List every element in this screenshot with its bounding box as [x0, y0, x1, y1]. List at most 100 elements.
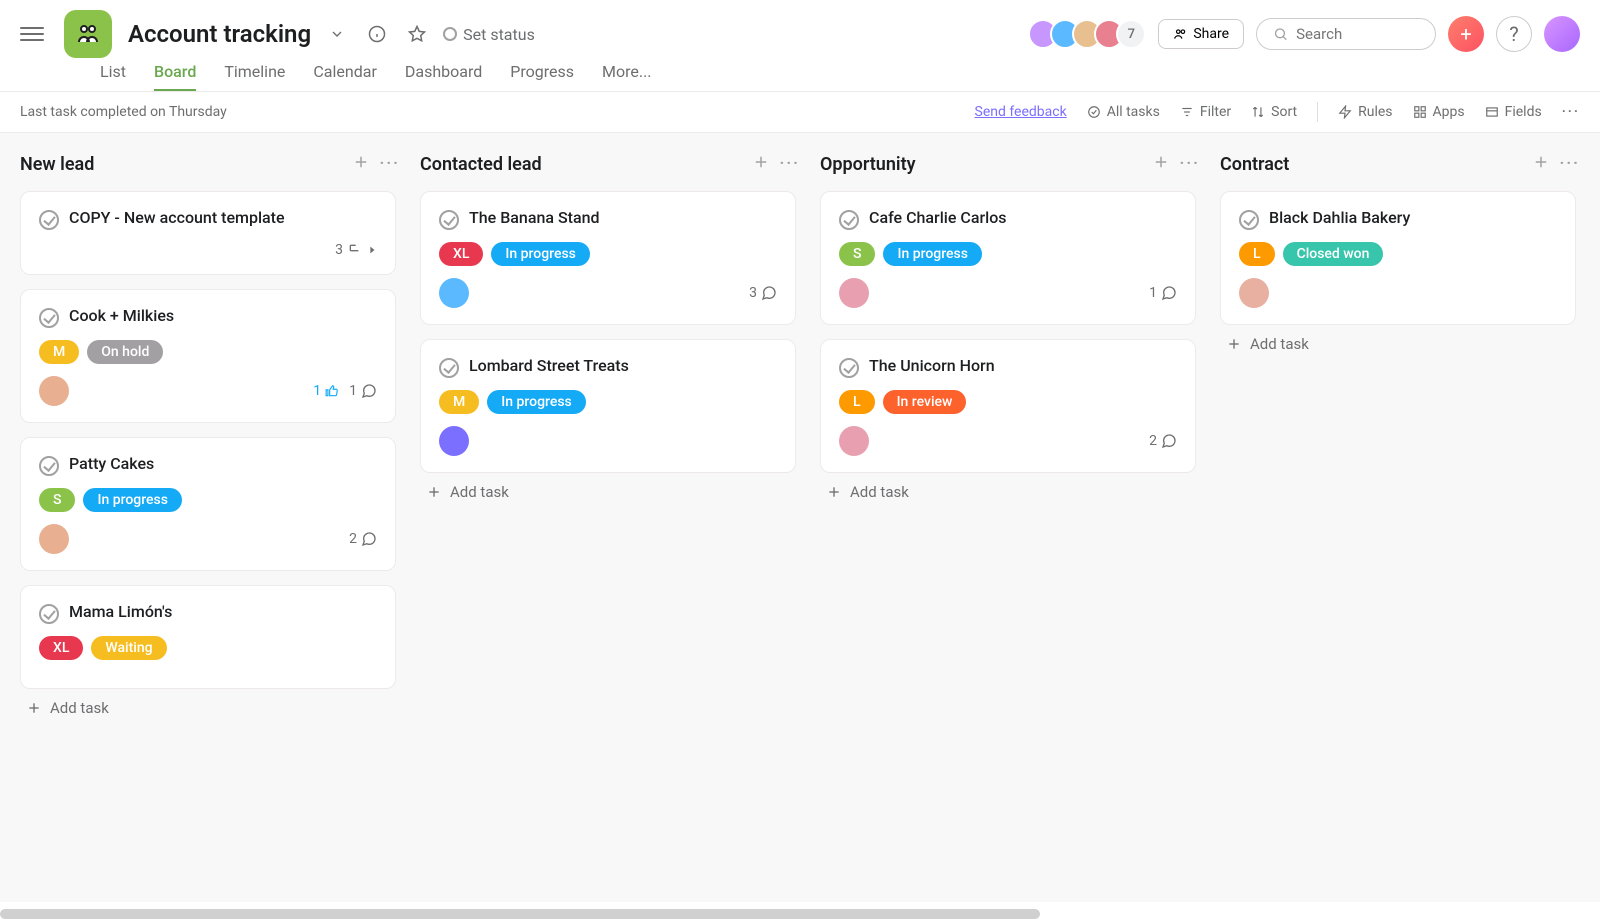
help-button[interactable]: ?: [1496, 16, 1532, 52]
like-count[interactable]: 1: [313, 383, 339, 399]
comment-count[interactable]: 3: [749, 285, 777, 301]
assignee-avatar[interactable]: [839, 426, 869, 456]
chevron-down-icon[interactable]: [323, 20, 351, 48]
complete-task-icon[interactable]: [39, 456, 59, 476]
more-icon[interactable]: ···: [1562, 104, 1580, 120]
project-title: Account tracking: [128, 20, 311, 48]
column-more-icon[interactable]: ···: [1180, 153, 1200, 175]
search-input[interactable]: [1296, 25, 1419, 43]
member-overflow-count[interactable]: 7: [1116, 19, 1146, 49]
omnibutton-add[interactable]: +: [1448, 16, 1484, 52]
tab-timeline[interactable]: Timeline: [224, 54, 285, 91]
share-button[interactable]: Share: [1158, 19, 1244, 49]
add-card-icon[interactable]: [1152, 153, 1170, 175]
status-pill: Waiting: [91, 636, 166, 660]
filter-all-tasks[interactable]: All tasks: [1087, 104, 1160, 120]
column: New lead ··· COPY - New account template…: [20, 153, 400, 862]
set-status-button[interactable]: Set status: [443, 25, 535, 44]
task-card[interactable]: The Unicorn Horn LIn review 2: [820, 339, 1196, 473]
plus-icon: [826, 484, 842, 500]
task-title: Cook + Milkies: [69, 306, 174, 325]
add-card-icon[interactable]: [352, 153, 370, 175]
add-task-button[interactable]: Add task: [820, 473, 1200, 511]
horizontal-scrollbar[interactable]: [0, 909, 1040, 919]
comment-count[interactable]: 1: [349, 383, 377, 399]
last-task-status: Last task completed on Thursday: [20, 104, 227, 120]
comment-count[interactable]: 1: [1149, 285, 1177, 301]
bolt-icon: [1338, 105, 1352, 119]
add-task-label: Add task: [50, 699, 109, 717]
assignee-avatar[interactable]: [39, 524, 69, 554]
add-task-button[interactable]: Add task: [20, 689, 400, 727]
status-pill: On hold: [87, 340, 163, 364]
task-card[interactable]: Cafe Charlie Carlos S In progress 1: [820, 191, 1196, 325]
assignee-avatar[interactable]: [1239, 278, 1269, 308]
tab-dashboard[interactable]: Dashboard: [405, 54, 482, 91]
column: Contacted lead ··· The Banana Stand XLIn…: [420, 153, 800, 862]
task-card[interactable]: Black Dahlia Bakery LClosed won: [1220, 191, 1576, 325]
complete-task-icon[interactable]: [39, 604, 59, 624]
add-task-button[interactable]: Add task: [420, 473, 800, 511]
column-more-icon[interactable]: ···: [780, 153, 800, 175]
comment-count[interactable]: 2: [1149, 433, 1177, 449]
assignee-avatar[interactable]: [839, 278, 869, 308]
assignee-avatar[interactable]: [39, 376, 69, 406]
share-label: Share: [1193, 26, 1229, 42]
task-title: Cafe Charlie Carlos: [869, 208, 1007, 227]
task-card[interactable]: The Banana Stand XLIn progress 3: [420, 191, 796, 325]
send-feedback-link[interactable]: Send feedback: [975, 104, 1067, 120]
column-more-icon[interactable]: ···: [1560, 153, 1580, 175]
filter-button[interactable]: Filter: [1180, 104, 1231, 120]
user-avatar[interactable]: [1544, 16, 1580, 52]
complete-task-icon[interactable]: [839, 358, 859, 378]
add-task-button[interactable]: Add task: [1220, 325, 1580, 363]
divider: [1317, 102, 1318, 122]
task-card[interactable]: Cook + Milkies M On hold 11: [20, 289, 396, 423]
size-pill: M: [39, 340, 79, 364]
add-card-icon[interactable]: [1532, 153, 1550, 175]
search-icon: [1273, 25, 1288, 43]
tab-list[interactable]: List: [100, 54, 126, 91]
column-title: New lead: [20, 154, 94, 175]
complete-task-icon[interactable]: [39, 308, 59, 328]
complete-task-icon[interactable]: [39, 210, 59, 230]
task-card[interactable]: Mama Limón's XLWaiting: [20, 585, 396, 689]
task-card[interactable]: Lombard Street Treats MIn progress: [420, 339, 796, 473]
status-pill: In review: [883, 390, 967, 414]
apps-button[interactable]: Apps: [1413, 104, 1465, 120]
task-title: Mama Limón's: [69, 602, 172, 621]
complete-task-icon[interactable]: [1239, 210, 1259, 230]
tab-calendar[interactable]: Calendar: [313, 54, 376, 91]
complete-task-icon[interactable]: [839, 210, 859, 230]
task-title: The Unicorn Horn: [869, 356, 995, 375]
assignee-avatar[interactable]: [439, 278, 469, 308]
comment-count[interactable]: 2: [349, 531, 377, 547]
column: Opportunity ··· Cafe Charlie Carlos SIn …: [820, 153, 1200, 862]
tab-more[interactable]: More...: [602, 54, 652, 91]
task-card[interactable]: COPY - New account template 3: [20, 191, 396, 275]
size-pill: S: [839, 242, 875, 266]
assignee-avatar[interactable]: [439, 426, 469, 456]
member-avatars[interactable]: 7: [1036, 19, 1146, 49]
complete-task-icon[interactable]: [439, 210, 459, 230]
tab-board[interactable]: Board: [154, 54, 196, 91]
comment-icon: [361, 531, 377, 547]
column-more-icon[interactable]: ···: [380, 153, 400, 175]
size-pill: XL: [439, 242, 483, 266]
add-card-icon[interactable]: [752, 153, 770, 175]
size-pill: M: [439, 390, 479, 414]
status-pill: In progress: [883, 242, 982, 266]
search-input-wrapper[interactable]: [1256, 18, 1436, 50]
column: Contract ··· Black Dahlia Bakery LClosed…: [1220, 153, 1580, 862]
star-icon[interactable]: [403, 20, 431, 48]
rules-button[interactable]: Rules: [1338, 104, 1392, 120]
task-title: COPY - New account template: [69, 208, 285, 227]
sort-button[interactable]: Sort: [1251, 104, 1297, 120]
status-pill: Closed won: [1283, 242, 1384, 266]
fields-button[interactable]: Fields: [1485, 104, 1542, 120]
complete-task-icon[interactable]: [439, 358, 459, 378]
menu-toggle-icon[interactable]: [20, 22, 44, 46]
info-icon[interactable]: [363, 20, 391, 48]
task-card[interactable]: Patty Cakes SIn progress 2: [20, 437, 396, 571]
tab-progress[interactable]: Progress: [510, 54, 574, 91]
